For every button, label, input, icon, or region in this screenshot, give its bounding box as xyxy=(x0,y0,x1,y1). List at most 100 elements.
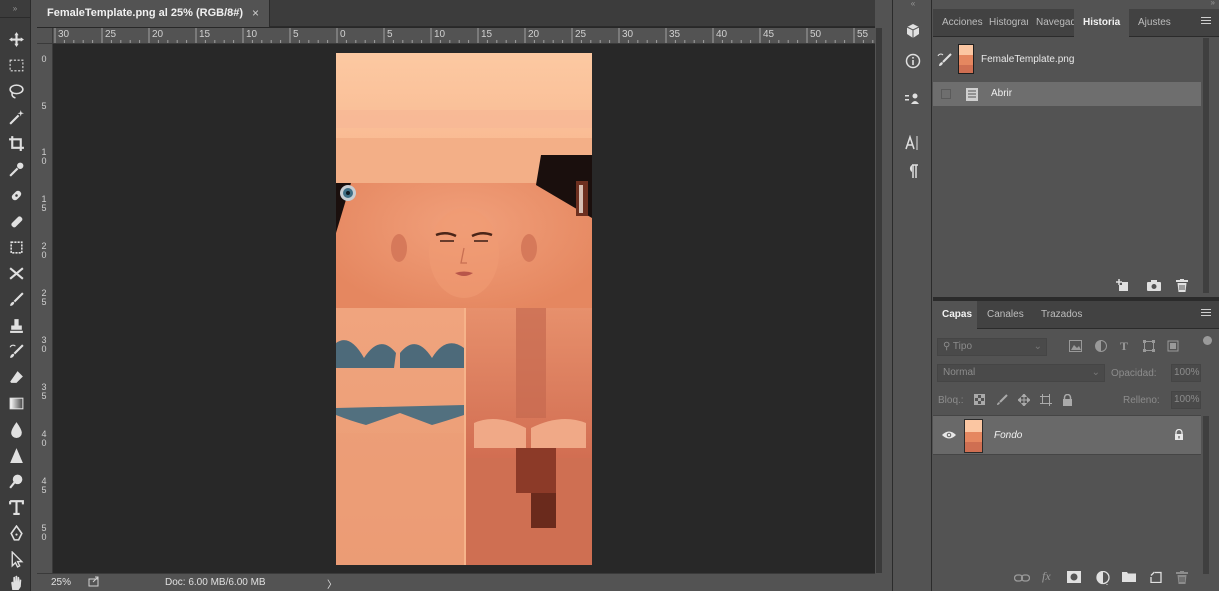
layer-filter-select[interactable]: ⚲ Tipo ⌄ xyxy=(937,338,1047,356)
fill-field[interactable]: 100% xyxy=(1171,391,1201,409)
history-scrollbar[interactable] xyxy=(1203,38,1209,293)
opacity-value: 100% xyxy=(1174,367,1200,378)
opacity-field[interactable]: 100% xyxy=(1171,364,1201,382)
close-icon[interactable]: × xyxy=(252,0,259,27)
dock-collapse-icon[interactable]: » xyxy=(1211,0,1215,7)
tab-historia[interactable]: Historia xyxy=(1074,9,1129,37)
lock-position-icon[interactable] xyxy=(1017,393,1031,409)
clone-stamp-tool-icon[interactable] xyxy=(4,314,28,336)
move-tool-icon[interactable] xyxy=(4,28,28,50)
layer-row[interactable]: Fondo xyxy=(933,415,1201,455)
properties-panel-icon[interactable] xyxy=(902,88,924,110)
path-selection-tool-icon[interactable] xyxy=(4,548,28,570)
vertical-ruler[interactable]: 0 5 1 0 1 5 2 0 2 5 3 0 3 5 4 0 4 5 5 0 xyxy=(37,44,53,573)
hruler-label: 25 xyxy=(575,29,587,40)
lock-image-pixels-icon[interactable] xyxy=(996,394,1008,409)
blur-tool-icon[interactable] xyxy=(4,418,28,440)
tab-ajustes[interactable]: Ajustes xyxy=(1129,9,1179,37)
filter-toggle[interactable] xyxy=(1203,336,1212,345)
vruler-label: 1 0 xyxy=(41,147,47,166)
lock-all-icon[interactable] xyxy=(1062,393,1073,409)
lock-transparent-pixels-icon[interactable] xyxy=(974,394,985,408)
dodge-tool-icon[interactable] xyxy=(4,470,28,492)
marquee-tool-icon[interactable] xyxy=(4,54,28,76)
new-document-from-state-icon[interactable] xyxy=(1116,279,1130,295)
document-tab[interactable]: FemaleTemplate.png al 25% (RGB/8#) × xyxy=(37,0,270,27)
pen-tool-icon[interactable] xyxy=(4,522,28,544)
lock-artboard-icon[interactable] xyxy=(1040,394,1052,409)
tab-histograma[interactable]: Histograma xyxy=(980,9,1028,37)
magic-wand-tool-icon[interactable] xyxy=(4,106,28,128)
eraser-tool-icon[interactable] xyxy=(4,366,28,388)
horizontal-ruler[interactable]: 30 25 20 15 10 5 0 5 10 15 20 25 30 35 4… xyxy=(53,28,875,44)
horizontal-ruler-ticks xyxy=(54,28,874,43)
hruler-label: 5 xyxy=(293,29,299,40)
skin-texture-image xyxy=(336,53,592,565)
document-area: FemaleTemplate.png al 25% (RGB/8#) × 30 … xyxy=(37,0,875,591)
opacity-label: Opacidad: xyxy=(1111,368,1157,379)
filter-shape-icon[interactable] xyxy=(1143,340,1155,355)
strip-collapse-icon[interactable]: « xyxy=(893,0,933,8)
layers-scrollbar[interactable] xyxy=(1203,416,1209,574)
eye-icon[interactable] xyxy=(942,430,956,443)
filter-adjustment-icon[interactable] xyxy=(1095,340,1107,355)
hruler-label: 30 xyxy=(58,29,70,40)
fill-value: 100% xyxy=(1174,394,1200,405)
healing-brush-tool-icon[interactable] xyxy=(4,210,28,232)
content-aware-move-tool-icon[interactable] xyxy=(4,262,28,284)
blend-mode-value: Normal xyxy=(943,367,976,378)
crop-tool-icon[interactable] xyxy=(4,132,28,154)
export-icon[interactable] xyxy=(88,576,100,590)
panel-menu-icon[interactable] xyxy=(1201,17,1211,27)
trash-icon[interactable] xyxy=(1176,279,1188,295)
new-group-icon[interactable] xyxy=(1122,571,1136,585)
blend-mode-select[interactable]: Normal ⌄ xyxy=(937,364,1105,382)
history-brush-source-icon[interactable] xyxy=(937,53,953,70)
tab-capas[interactable]: Capas xyxy=(933,301,977,329)
fx-icon[interactable]: fx xyxy=(1042,569,1051,584)
filter-type-icon[interactable]: T xyxy=(1120,339,1128,354)
info-panel-icon[interactable] xyxy=(902,50,924,72)
document-size-info[interactable]: Doc: 6.00 MB/6.00 MB xyxy=(165,577,266,588)
status-menu-arrow[interactable]: 〉 xyxy=(327,576,337,591)
document-canvas-image[interactable] xyxy=(336,53,592,565)
toolbar-grip[interactable]: » xyxy=(0,0,30,18)
tab-navegador[interactable]: Navegador xyxy=(1027,9,1075,37)
type-tool-icon[interactable] xyxy=(4,496,28,518)
vruler-label: 5 xyxy=(41,101,47,111)
eyedropper-tool-icon[interactable] xyxy=(4,158,28,180)
paragraph-panel-icon[interactable] xyxy=(902,160,924,182)
3d-panel-icon[interactable] xyxy=(902,20,924,42)
vertical-scrollbar[interactable] xyxy=(876,28,882,573)
hruler-label: 20 xyxy=(528,29,540,40)
history-snapshot[interactable]: FemaleTemplate.png xyxy=(933,40,1201,78)
hand-tool-icon[interactable] xyxy=(4,571,28,591)
hruler-label: 10 xyxy=(434,29,446,40)
panel-menu-icon[interactable] xyxy=(1201,309,1211,319)
delete-layer-icon[interactable] xyxy=(1176,571,1188,587)
hruler-label: 45 xyxy=(763,29,775,40)
patch-tool-icon[interactable] xyxy=(4,236,28,258)
history-state-row[interactable]: Abrir xyxy=(933,82,1201,106)
lasso-tool-icon[interactable] xyxy=(4,80,28,102)
hruler-label: 15 xyxy=(481,29,493,40)
tab-acciones[interactable]: Acciones xyxy=(933,9,983,37)
sharpen-tool-icon[interactable] xyxy=(4,444,28,466)
zoom-level[interactable]: 25% xyxy=(51,577,71,588)
tab-trazados[interactable]: Trazados xyxy=(1032,301,1090,329)
spot-healing-tool-icon[interactable] xyxy=(4,184,28,206)
history-state-checkbox[interactable] xyxy=(941,89,951,99)
tab-canales[interactable]: Canales xyxy=(978,301,1030,329)
character-panel-icon[interactable] xyxy=(902,132,924,154)
filter-pixel-icon[interactable] xyxy=(1069,340,1082,355)
history-brush-tool-icon[interactable] xyxy=(4,340,28,362)
link-layers-icon[interactable] xyxy=(1013,572,1031,586)
gradient-tool-icon[interactable] xyxy=(4,392,28,414)
brush-tool-icon[interactable] xyxy=(4,288,28,310)
camera-icon[interactable] xyxy=(1147,279,1161,294)
filter-smart-object-icon[interactable] xyxy=(1167,340,1179,355)
new-layer-icon[interactable] xyxy=(1149,571,1162,586)
ruler-corner[interactable] xyxy=(37,28,53,44)
add-mask-icon[interactable] xyxy=(1067,571,1081,586)
new-adjustment-layer-icon[interactable] xyxy=(1096,570,1110,588)
